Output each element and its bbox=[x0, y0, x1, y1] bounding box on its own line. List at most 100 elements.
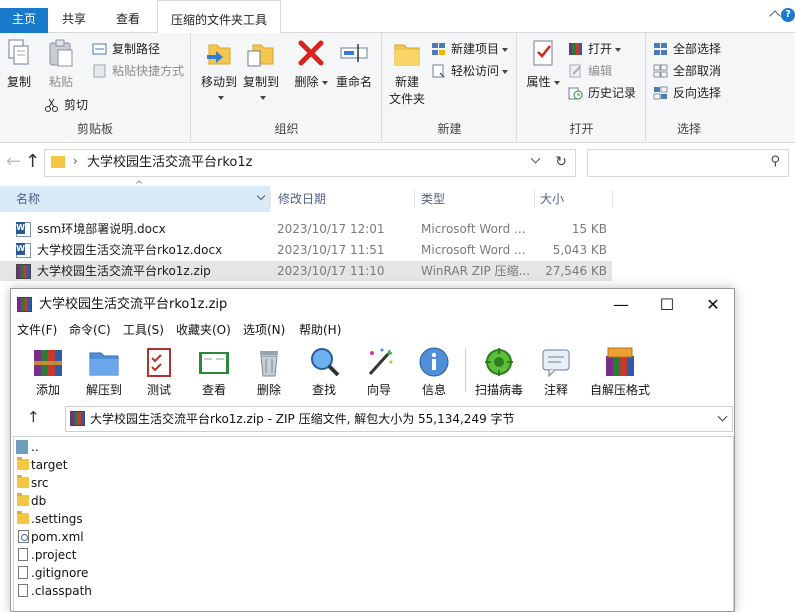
archive-path-combobox[interactable]: 大学校园生活交流平台rko1z.zip - ZIP 压缩文件, 解包大小为 55… bbox=[65, 406, 733, 432]
sort-ascending-icon: ^ bbox=[135, 180, 144, 191]
menu-favorites[interactable]: 收藏夹(O) bbox=[176, 320, 231, 340]
wizard-label: 向导 bbox=[366, 383, 391, 397]
breadcrumb-chevron-icon[interactable]: › bbox=[73, 154, 78, 168]
view-button[interactable]: 查看 bbox=[186, 342, 242, 398]
rename-icon bbox=[338, 37, 370, 69]
up-one-level-icon[interactable]: ↑ bbox=[27, 408, 40, 426]
cut-button[interactable]: 剪切 bbox=[44, 95, 88, 115]
refresh-icon[interactable]: ↻ bbox=[555, 154, 567, 170]
file-row[interactable]: ssm环境部署说明.docx 2023/10/17 12:01 Microsof… bbox=[0, 219, 612, 239]
new-folder-button[interactable]: 新建 文件夹 bbox=[387, 37, 427, 107]
select-all-button[interactable]: 全部选择 bbox=[653, 39, 721, 59]
archive-file-list: .. target src db .settings pom.xml .proj… bbox=[13, 436, 734, 611]
list-item[interactable]: pom.xml bbox=[14, 528, 314, 546]
file-icon bbox=[18, 548, 28, 561]
back-arrow-icon[interactable]: ← bbox=[6, 153, 21, 171]
entry-name: .. bbox=[31, 440, 39, 454]
select-group-label: 选择 bbox=[676, 122, 701, 136]
menu-commands[interactable]: 命令(C) bbox=[69, 320, 111, 340]
paste-shortcut-label: 粘贴快捷方式 bbox=[112, 64, 185, 78]
tab-compressed-folder-tools[interactable]: 压缩的文件夹工具 bbox=[157, 0, 281, 34]
column-header-size[interactable]: 大小 bbox=[524, 186, 564, 212]
list-item[interactable]: src bbox=[14, 474, 314, 492]
list-item[interactable]: .gitignore bbox=[14, 564, 314, 582]
path-dropdown-icon[interactable] bbox=[717, 411, 728, 422]
paste-button[interactable]: 粘贴 bbox=[42, 37, 80, 90]
entry-name: .project bbox=[31, 548, 77, 562]
new-folder-label-line2: 文件夹 bbox=[388, 92, 425, 106]
edit-button[interactable]: 编辑 bbox=[568, 61, 612, 81]
history-button[interactable]: 历史记录 bbox=[568, 83, 636, 103]
extract-to-button[interactable]: 解压到 bbox=[76, 342, 132, 398]
menu-options[interactable]: 选项(N) bbox=[243, 320, 285, 340]
file-row-selected[interactable]: 大学校园生活交流平台rko1z.zip 2023/10/17 11:10 Win… bbox=[0, 261, 612, 281]
wizard-button[interactable]: 向导 bbox=[351, 342, 407, 398]
file-row[interactable]: 大学校园生活交流平台rko1z.docx 2023/10/17 11:51 Mi… bbox=[0, 240, 612, 260]
comment-icon bbox=[539, 346, 573, 378]
info-button[interactable]: 信息 bbox=[406, 342, 462, 398]
address-row: ← ↑ › 大学校园生活交流平台rko1z ↻ ⚲ bbox=[0, 143, 795, 183]
entry-name: pom.xml bbox=[31, 530, 84, 544]
search-input[interactable]: ⚲ bbox=[587, 149, 789, 177]
select-group: 全部选择 全部取消 反向选择 选择 bbox=[647, 33, 731, 141]
list-item[interactable]: target bbox=[14, 456, 314, 474]
file-icon bbox=[18, 566, 28, 579]
easy-access-button[interactable]: 轻松访问 bbox=[431, 61, 509, 81]
file-date: 2023/10/17 11:51 bbox=[277, 243, 385, 257]
list-item[interactable]: .project bbox=[14, 546, 314, 564]
minimize-button[interactable]: — bbox=[598, 289, 644, 320]
move-to-button[interactable]: 移动到 bbox=[198, 37, 240, 104]
maximize-button[interactable]: ☐ bbox=[644, 289, 690, 320]
list-item[interactable]: .classpath bbox=[14, 582, 314, 600]
comment-button[interactable]: 注释 bbox=[528, 342, 584, 398]
tab-view[interactable]: 查看 bbox=[103, 8, 153, 33]
new-folder-icon bbox=[391, 37, 423, 69]
close-button[interactable]: ✕ bbox=[690, 289, 734, 320]
sfx-button[interactable]: 自解压格式 bbox=[587, 342, 653, 398]
tab-home[interactable]: 主页 bbox=[0, 8, 48, 33]
open-button[interactable]: 打开 bbox=[568, 39, 622, 59]
add-button[interactable]: 添加 bbox=[20, 342, 76, 398]
copy-path-icon bbox=[92, 42, 107, 56]
list-item[interactable]: db bbox=[14, 492, 314, 510]
menu-file[interactable]: 文件(F) bbox=[17, 320, 57, 340]
paste-shortcut-button[interactable]: 粘贴快捷方式 bbox=[92, 61, 184, 81]
find-button[interactable]: 查找 bbox=[296, 342, 352, 398]
winrar-window-title: 大学校园生活交流平台rko1z.zip bbox=[39, 297, 228, 312]
move-to-label: 移动到 bbox=[200, 75, 237, 89]
rename-label: 重命名 bbox=[335, 75, 372, 89]
new-item-button[interactable]: 新建项目 bbox=[431, 39, 509, 59]
copy-button[interactable]: 复制 bbox=[2, 37, 36, 90]
file-date: 2023/10/17 11:10 bbox=[277, 264, 385, 278]
menu-tools[interactable]: 工具(S) bbox=[123, 320, 164, 340]
copy-path-button[interactable]: 复制路径 bbox=[92, 39, 160, 59]
delete-button[interactable]: 删除 bbox=[292, 37, 330, 90]
select-none-label: 全部取消 bbox=[673, 64, 722, 78]
list-item[interactable]: .settings bbox=[14, 510, 314, 528]
menu-help[interactable]: 帮助(H) bbox=[299, 320, 341, 340]
folder-icon bbox=[51, 156, 65, 168]
tab-share[interactable]: 共享 bbox=[50, 8, 98, 33]
delete-archive-button[interactable]: 删除 bbox=[241, 342, 297, 398]
help-icon[interactable]: ? bbox=[781, 8, 795, 22]
open-group: 属性 打开 编辑 历史记录 打开 bbox=[518, 33, 646, 141]
invert-selection-button[interactable]: 反向选择 bbox=[653, 83, 721, 103]
ribbon-collapse-chevron-icon[interactable] bbox=[769, 10, 781, 22]
folder-icon bbox=[17, 475, 29, 488]
up-arrow-icon[interactable]: ↑ bbox=[25, 153, 40, 171]
address-bar[interactable]: › 大学校园生活交流平台rko1z ↻ bbox=[44, 149, 576, 177]
select-none-button[interactable]: 全部取消 bbox=[653, 61, 721, 81]
test-button[interactable]: 测试 bbox=[131, 342, 187, 398]
column-header-date[interactable]: 修改日期 bbox=[262, 186, 326, 212]
address-dropdown-icon[interactable] bbox=[530, 153, 541, 164]
properties-button[interactable]: 属性 bbox=[524, 37, 562, 90]
copy-to-icon bbox=[245, 37, 277, 69]
open-label: 打开 bbox=[588, 42, 613, 56]
rename-button[interactable]: 重命名 bbox=[332, 37, 376, 90]
virus-scan-button[interactable]: 扫描病毒 bbox=[471, 342, 527, 398]
copy-to-button[interactable]: 复制到 bbox=[240, 37, 282, 104]
folder-icon bbox=[17, 457, 29, 470]
list-item[interactable]: .. bbox=[14, 438, 314, 456]
column-header-type[interactable]: 类型 bbox=[405, 186, 445, 212]
winrar-title-bar[interactable]: 大学校园生活交流平台rko1z.zip — ☐ ✕ bbox=[11, 289, 734, 320]
